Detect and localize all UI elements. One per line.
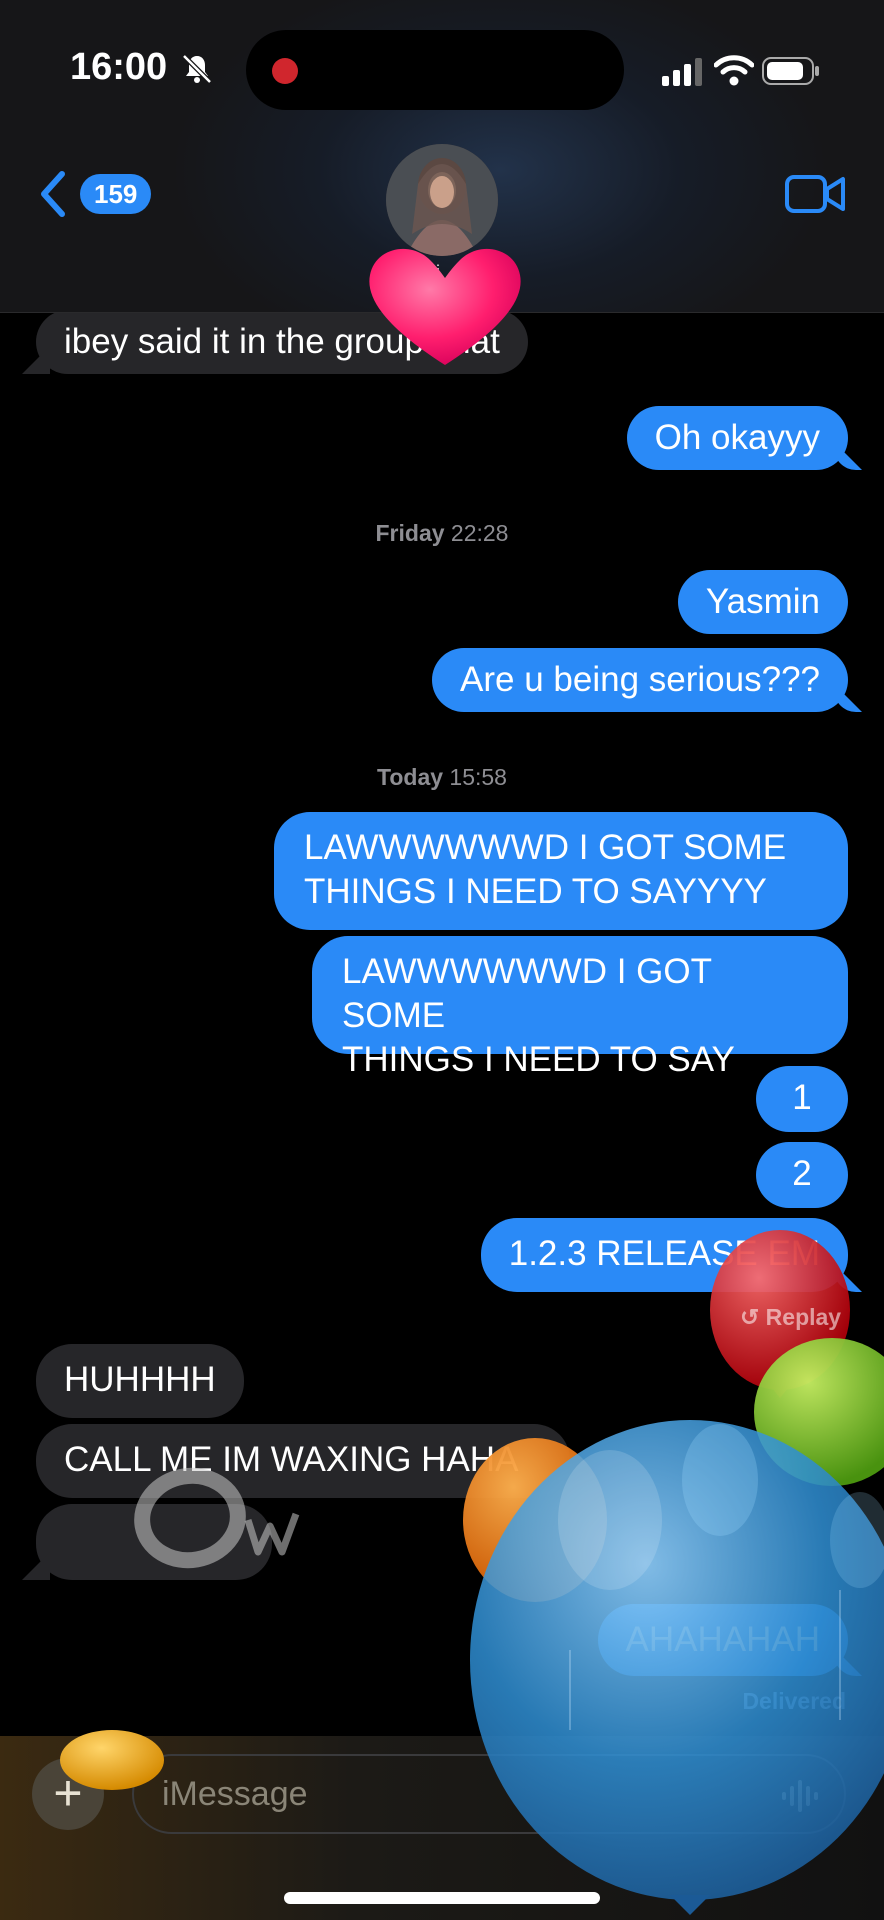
timestamp: Today 15:58: [377, 764, 507, 790]
wifi-icon: [714, 55, 754, 86]
message-input[interactable]: [132, 1754, 846, 1834]
message-sent[interactable]: Are u being serious???: [432, 648, 848, 712]
message-sent[interactable]: 1: [756, 1066, 848, 1132]
message-sent[interactable]: 1.2.3 RELEASE EM: [480, 1218, 848, 1292]
message-sent[interactable]: LAWWWWWWD I GOT SOME THINGS I NEED TO SA…: [312, 936, 848, 1079]
back-button[interactable]: 159: [36, 168, 166, 222]
timestamp: Friday 22:28: [375, 520, 509, 546]
video-call-icon[interactable]: [784, 172, 846, 216]
message-sent[interactable]: Yasmin: [677, 570, 848, 634]
composer-bar: +: [0, 1736, 884, 1920]
heart-effect: [369, 248, 521, 365]
audio-message-icon[interactable]: [780, 1778, 824, 1814]
message-sent[interactable]: AHAHAHAH: [597, 1604, 848, 1676]
message-sent[interactable]: LAWWWWWWD I GOT SOME THINGS I NEED TO SA…: [274, 812, 848, 930]
message-sent[interactable]: Oh okayyy: [626, 406, 848, 470]
status-time: 16:00: [70, 46, 168, 88]
handwriting-ow: [134, 1467, 300, 1569]
message-received[interactable]: HUHHHH: [36, 1344, 244, 1418]
replay-effect-button[interactable]: ↺ Replay: [740, 1304, 841, 1331]
plus-icon: +: [53, 1765, 83, 1821]
chevron-left-icon: [41, 171, 65, 217]
delivered-status: Delivered: [742, 1688, 846, 1714]
replay-icon: ↺: [740, 1304, 760, 1330]
bell-slash-icon: [182, 54, 212, 84]
message-sent[interactable]: 2: [756, 1142, 848, 1208]
home-indicator[interactable]: [284, 1892, 600, 1904]
dynamic-island: [246, 30, 624, 110]
signal-icon: [662, 58, 702, 86]
apps-plus-button[interactable]: +: [32, 1758, 104, 1830]
battery-icon: [762, 57, 819, 85]
unread-count-badge: 159: [80, 174, 152, 214]
recording-indicator: [272, 58, 298, 84]
